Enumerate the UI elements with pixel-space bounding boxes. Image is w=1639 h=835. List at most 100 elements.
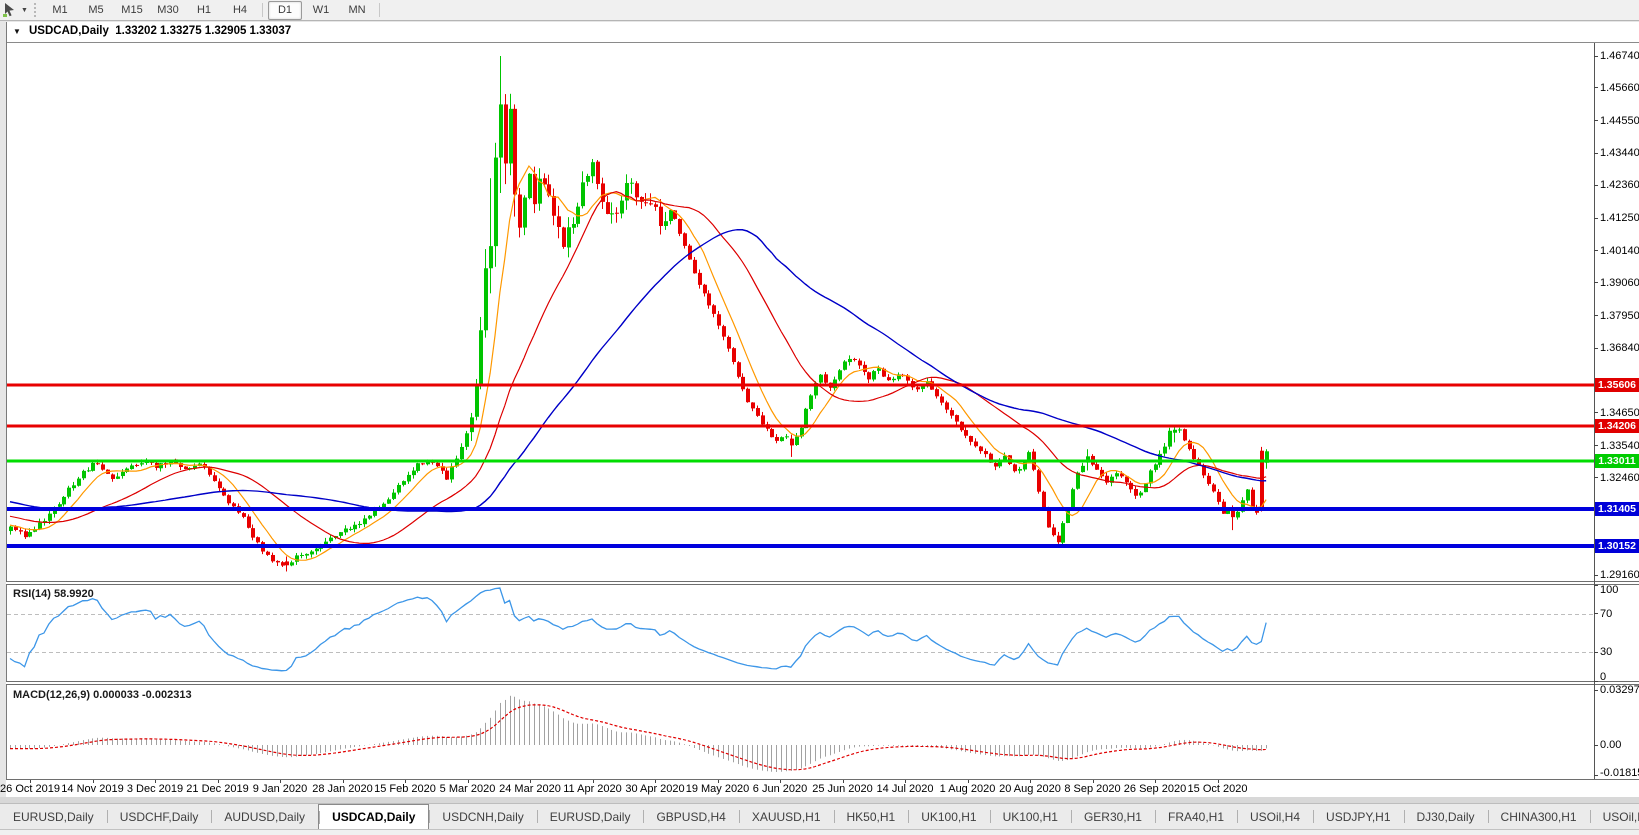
tab-usdcad-daily[interactable]: USDCAD,Daily	[318, 804, 429, 829]
date-label: 11 Apr 2020	[563, 783, 622, 795]
macd-tick-label: 0.032972	[1600, 684, 1639, 696]
date-label: 30 Apr 2020	[625, 783, 684, 795]
timeframe-button-m1[interactable]: M1	[43, 1, 77, 20]
macd-panel-canvas[interactable]	[7, 685, 1594, 779]
rsi-panel-canvas[interactable]	[7, 585, 1594, 681]
date-axis[interactable]: 26 Oct 201914 Nov 20193 Dec 201921 Dec 2…	[6, 779, 1639, 797]
price-badge: 1.33011	[1595, 454, 1639, 468]
rsi-tick-mark	[1594, 585, 1598, 586]
timeframe-button-m30[interactable]: M30	[151, 1, 185, 20]
tab-eurusd-daily[interactable]: EURUSD,Daily	[0, 804, 107, 829]
tab-xauusd-h1[interactable]: XAUUSD,H1	[739, 804, 834, 829]
price-tick-mark	[1594, 250, 1598, 251]
date-label: 21 Dec 2019	[186, 783, 248, 795]
chevron-down-icon[interactable]: ▼	[21, 7, 28, 14]
price-tick-mark	[1594, 477, 1598, 478]
price-tick-label: 1.33540	[1600, 440, 1639, 452]
tab-uk100-h1[interactable]: UK100,H1	[908, 804, 989, 829]
price-tick-label: 1.32460	[1600, 472, 1639, 484]
date-label: 14 Nov 2019	[61, 783, 123, 795]
tab-usdchf-daily[interactable]: USDCHF,Daily	[107, 804, 212, 829]
tab-china300-h1[interactable]: CHINA300,H1	[1488, 804, 1590, 829]
date-label: 1 Aug 2020	[940, 783, 996, 795]
price-tick-mark	[1594, 87, 1598, 88]
rsi-tick-mark	[1594, 681, 1598, 682]
price-badge: 1.35606	[1595, 378, 1639, 392]
price-tick-mark	[1594, 575, 1598, 576]
tab-usoil-h4[interactable]: USOil,H4	[1237, 804, 1313, 829]
price-badge: 1.31405	[1595, 502, 1639, 516]
timeframe-button-h4[interactable]: H4	[223, 1, 257, 20]
date-label: 8 Sep 2020	[1064, 783, 1120, 795]
date-label: 19 May 2020	[686, 783, 750, 795]
macd-indicator-label: MACD(12,26,9) 0.000033 -0.002313	[13, 689, 192, 701]
price-tick-mark	[1594, 282, 1598, 283]
date-label: 9 Jan 2020	[253, 783, 307, 795]
price-badge: 1.34206	[1595, 419, 1639, 433]
mt4-window: ▼ M1M5M15M30H1H4 D1W1MN ▼ USDCAD,Daily 1.…	[0, 0, 1639, 835]
rsi-tick-label: 0	[1600, 671, 1606, 683]
macd-tick-label: 0.00	[1600, 739, 1621, 751]
date-label: 14 Jul 2020	[877, 783, 934, 795]
rsi-tick-mark	[1594, 652, 1598, 653]
date-label: 3 Dec 2019	[127, 783, 183, 795]
tab-ger30-h1[interactable]: GER30,H1	[1071, 804, 1155, 829]
chart-tab-bar: EURUSD,DailyUSDCHF,DailyAUDUSD,DailyUSDC…	[0, 803, 1639, 829]
collapse-caret-icon[interactable]: ▼	[13, 27, 21, 36]
toolbar-grip[interactable]	[34, 3, 39, 17]
macd-tick-mark	[1594, 690, 1598, 691]
price-tick-mark	[1594, 185, 1598, 186]
toolbar-separator	[262, 3, 263, 17]
price-tick-label: 1.40140	[1600, 245, 1639, 257]
date-label: 26 Sep 2020	[1124, 783, 1186, 795]
timeframe-button-d1[interactable]: D1	[268, 1, 302, 20]
price-tick-label: 1.45660	[1600, 82, 1639, 94]
price-tick-label: 1.34650	[1600, 407, 1639, 419]
cursor-arrow-icon	[2, 2, 18, 18]
toolbar-separator	[379, 3, 380, 17]
tab-uk100-h1[interactable]: UK100,H1	[990, 804, 1071, 829]
timeframe-button-w1[interactable]: W1	[304, 1, 338, 20]
price-tick-label: 1.42360	[1600, 179, 1639, 191]
tab-fra40-h1[interactable]: FRA40,H1	[1155, 804, 1237, 829]
price-tick-mark	[1594, 348, 1598, 349]
macd-tick-mark	[1594, 775, 1598, 776]
tab-hk50-h1[interactable]: HK50,H1	[834, 804, 909, 829]
date-label: 15 Feb 2020	[374, 783, 436, 795]
price-badge: 1.30152	[1595, 539, 1639, 553]
price-chart-canvas[interactable]	[7, 43, 1594, 581]
price-tick-mark	[1594, 120, 1598, 121]
tab-gbpusd-h4[interactable]: GBPUSD,H4	[643, 804, 738, 829]
timeframe-toolbar: ▼ M1M5M15M30H1H4 D1W1MN	[0, 0, 1639, 21]
price-tick-mark	[1594, 153, 1598, 154]
date-label: 5 Mar 2020	[440, 783, 496, 795]
timeframe-button-m5[interactable]: M5	[79, 1, 113, 20]
price-tick-label: 1.29160	[1600, 569, 1639, 581]
rsi-tick-mark	[1594, 613, 1598, 614]
timeframe-button-mn[interactable]: MN	[340, 1, 374, 20]
timeframe-button-h1[interactable]: H1	[187, 1, 221, 20]
rsi-indicator-label: RSI(14) 58.9920	[13, 588, 94, 600]
timeframe-button-m15[interactable]: M15	[115, 1, 149, 20]
date-label: 25 Jun 2020	[812, 783, 873, 795]
date-label: 26 Oct 2019	[0, 783, 60, 795]
tab-dj30-daily[interactable]: DJ30,Daily	[1404, 804, 1488, 829]
date-label: 28 Jan 2020	[312, 783, 373, 795]
tab-usdcnh-daily[interactable]: USDCNH,Daily	[429, 804, 536, 829]
price-tick-label: 1.44550	[1600, 115, 1639, 127]
date-label: 24 Mar 2020	[499, 783, 561, 795]
price-tick-label: 1.41250	[1600, 212, 1639, 224]
price-tick-label: 1.43440	[1600, 147, 1639, 159]
tab-usoil-h1[interactable]: USOil,H1	[1590, 804, 1639, 829]
cursor-tool-button[interactable]: ▼	[2, 1, 28, 19]
price-tick-label: 1.36840	[1600, 342, 1639, 354]
tab-eurusd-daily[interactable]: EURUSD,Daily	[537, 804, 644, 829]
rsi-tick-label: 100	[1600, 584, 1618, 596]
timeframe-group: M1M5M15M30H1H4 D1W1MN	[42, 1, 384, 19]
tab-audusd-daily[interactable]: AUDUSD,Daily	[211, 804, 318, 829]
bottom-strip	[0, 829, 1639, 835]
chart-title-ohlc: USDCAD,Daily 1.33202 1.33275 1.32905 1.3…	[29, 25, 291, 37]
price-tick-mark	[1594, 412, 1598, 413]
tab-usdjpy-h1[interactable]: USDJPY,H1	[1313, 804, 1403, 829]
chart-title-row: ▼ USDCAD,Daily 1.33202 1.33275 1.32905 1…	[7, 22, 1639, 43]
